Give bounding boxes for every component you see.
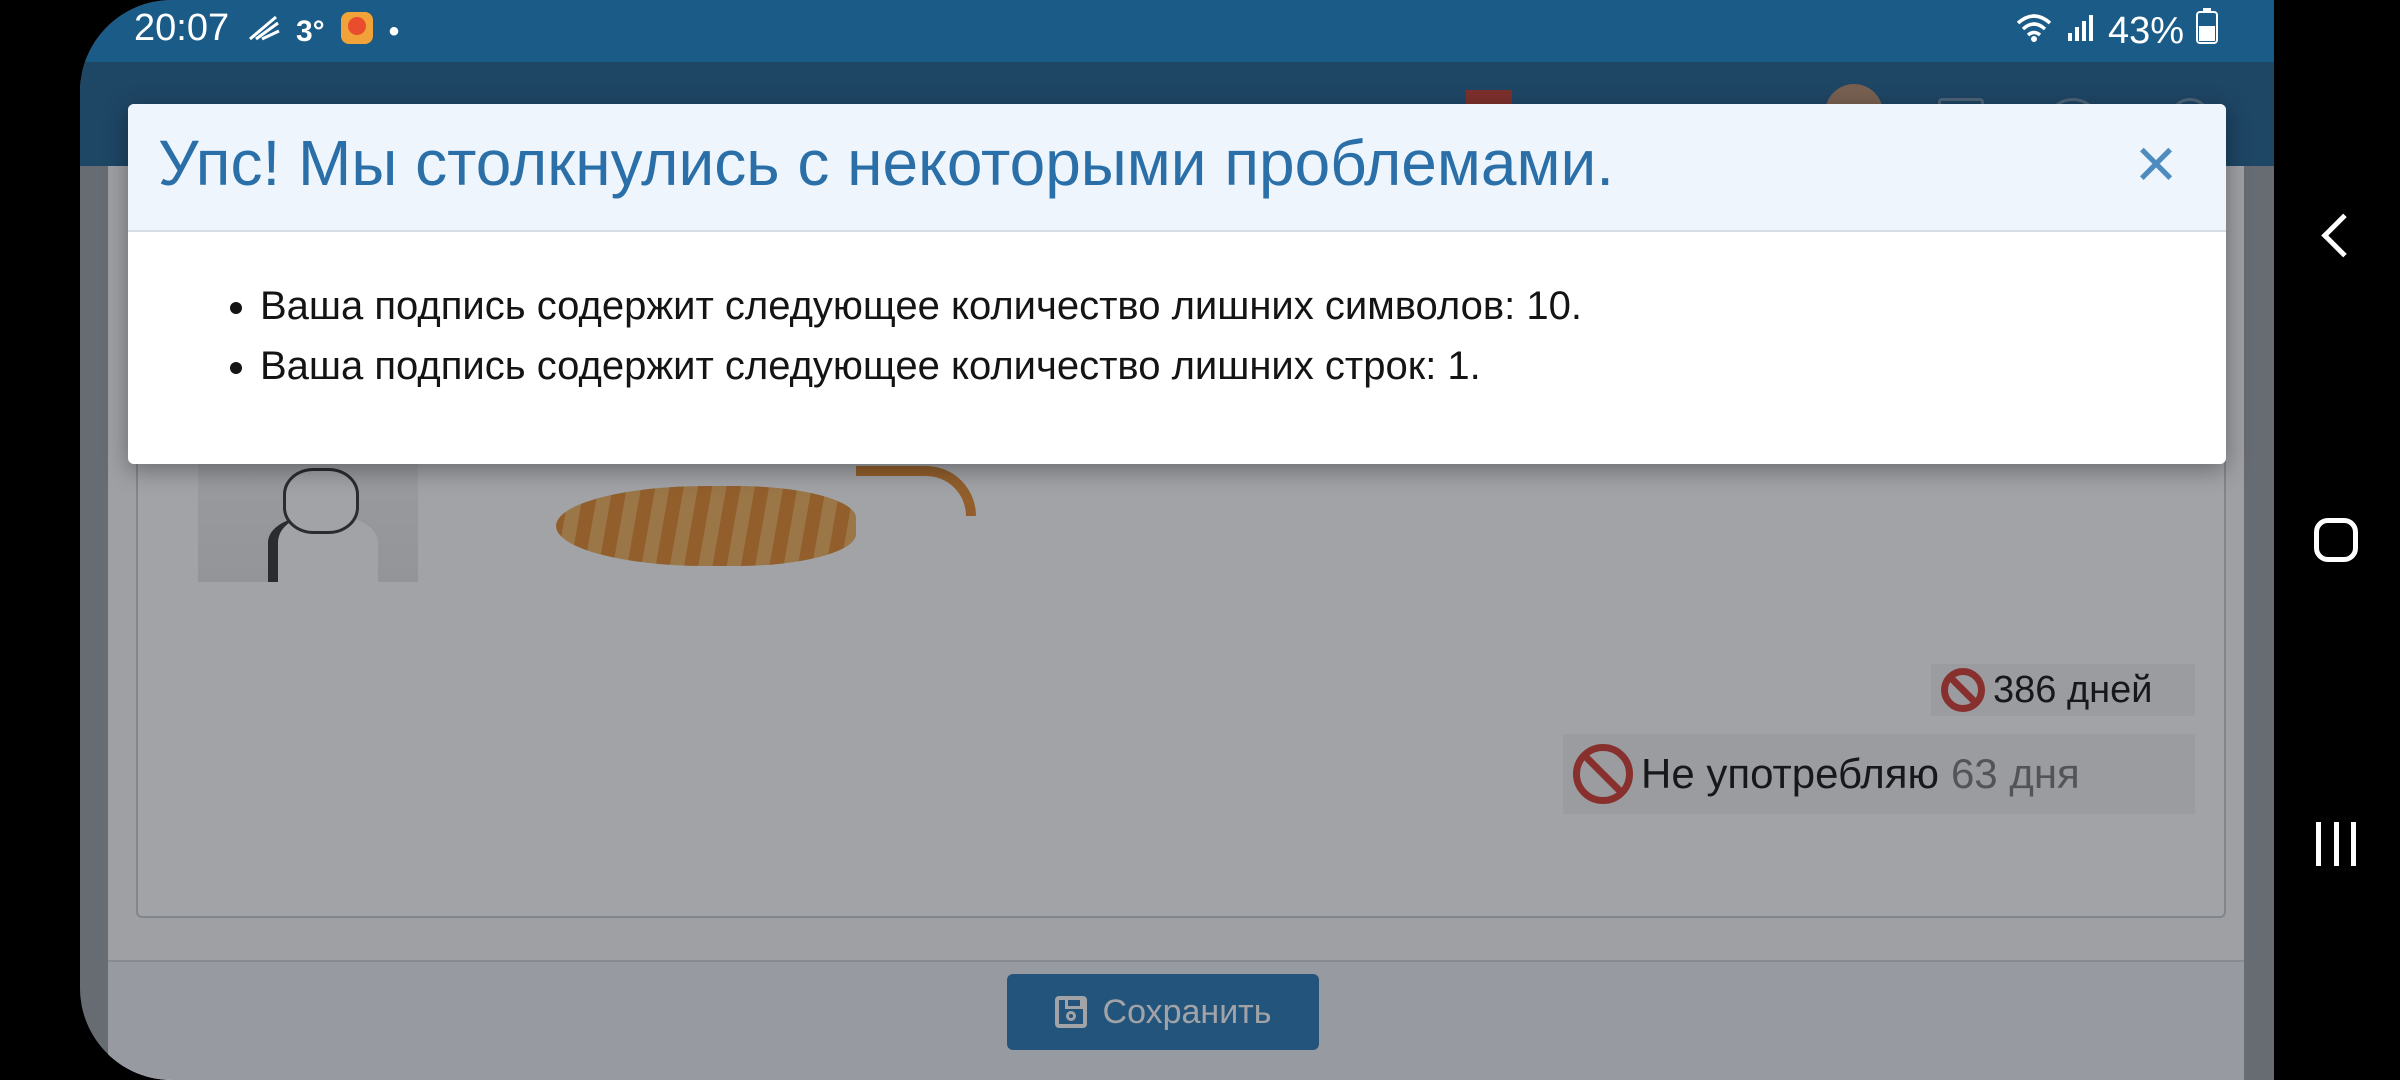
modal-title: Упс! Мы столкнулись с некоторыми проблем… xyxy=(158,127,1614,199)
notification-icon xyxy=(246,13,282,51)
error-modal: Упс! Мы столкнулись с некоторыми проблем… xyxy=(128,104,2226,464)
temperature-label: 3° xyxy=(296,15,325,48)
status-bar: 20:07 3° • 43% xyxy=(80,0,2274,62)
signal-icon xyxy=(2066,10,2096,53)
status-time: 20:07 xyxy=(134,7,230,49)
modal-header: Упс! Мы столкнулись с некоторыми проблем… xyxy=(128,104,2226,232)
weather-icon xyxy=(339,10,375,54)
error-list: Ваша подпись содержит следующее количест… xyxy=(224,276,2226,396)
back-icon[interactable] xyxy=(2321,213,2366,258)
error-item: Ваша подпись содержит следующее количест… xyxy=(260,336,2226,396)
android-nav-bar xyxy=(2274,0,2400,1080)
status-left-icons: 3° • xyxy=(246,10,399,54)
app-dot-icon: • xyxy=(388,15,400,48)
error-item: Ваша подпись содержит следующее количест… xyxy=(260,276,2226,336)
status-right-icons: 43% xyxy=(2014,8,2218,54)
close-icon[interactable]: × xyxy=(2124,128,2188,200)
home-icon[interactable] xyxy=(2314,518,2358,562)
battery-label: 43% xyxy=(2107,9,2184,52)
battery-icon xyxy=(2196,8,2218,54)
recents-icon[interactable] xyxy=(2316,822,2356,866)
modal-body: Ваша подпись содержит следующее количест… xyxy=(128,232,2226,396)
wifi-icon xyxy=(2014,10,2054,53)
